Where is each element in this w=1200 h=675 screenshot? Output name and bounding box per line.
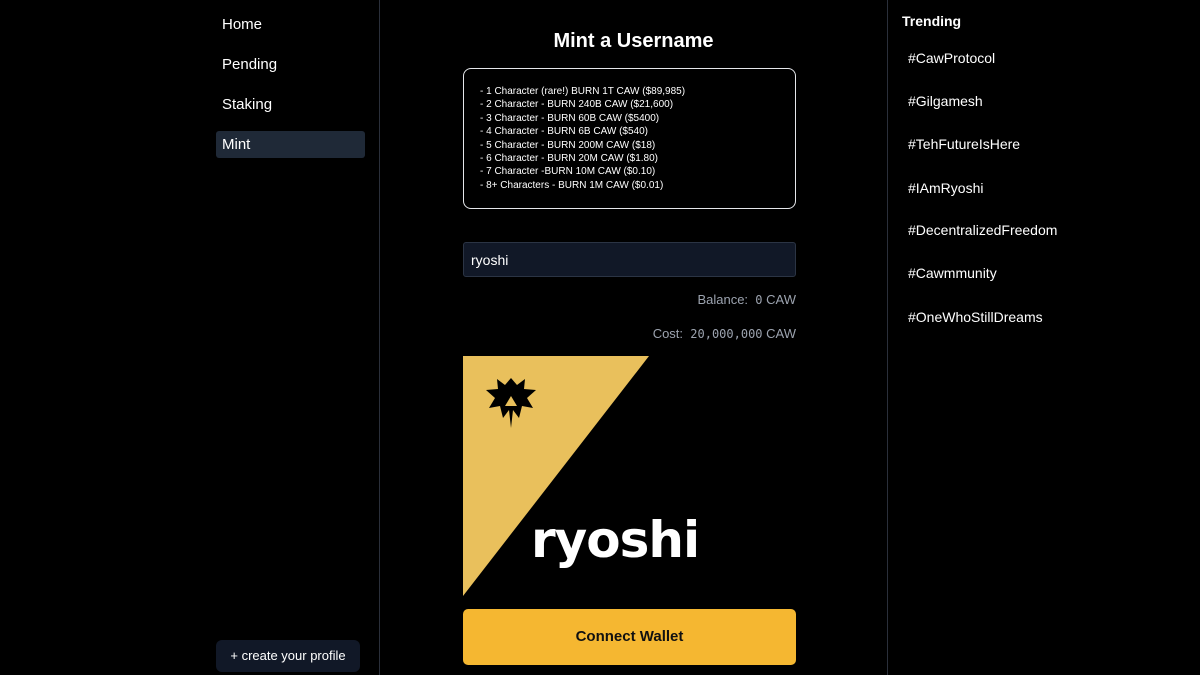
balance-row: Balance: 0 CAW <box>697 292 796 307</box>
trending-tag[interactable]: #CawProtocol <box>908 50 995 66</box>
pricing-line: - 6 Character - BURN 20M CAW ($1.80) <box>480 153 659 165</box>
nav-item-pending[interactable]: Pending <box>216 51 365 78</box>
preview-username: ryoshi <box>531 511 700 569</box>
cost-unit: CAW <box>766 326 796 341</box>
balance-label: Balance: <box>697 292 749 307</box>
balance-unit: CAW <box>766 292 796 307</box>
trending-tag[interactable]: #OneWhoStillDreams <box>908 309 1043 325</box>
right-sidebar: Trending #CawProtocol #Gilgamesh #TehFut… <box>887 0 1200 675</box>
pricing-box: - 1 Character (rare!) BURN 1T CAW ($89,9… <box>463 68 796 209</box>
page-title: Mint a Username <box>553 30 714 52</box>
pricing-line: - 2 Character - BURN 240B CAW ($21,600) <box>480 99 674 111</box>
left-sidebar: Home Pending Staking Mint + create your … <box>0 0 380 675</box>
nav-item-staking[interactable]: Staking <box>216 91 365 118</box>
nav-item-mint[interactable]: Mint <box>216 131 365 158</box>
trending-tag[interactable]: #IAmRyoshi <box>908 180 983 196</box>
trending-tag[interactable]: #Gilgamesh <box>908 93 983 109</box>
balance-value: 0 <box>755 293 763 307</box>
nav-item-home[interactable]: Home <box>216 11 365 38</box>
pricing-line: - 8+ Characters - BURN 1M CAW ($0.01) <box>480 179 664 191</box>
cost-value: 20,000,000 <box>690 327 763 341</box>
username-input[interactable] <box>463 242 796 277</box>
app: Home Pending Staking Mint + create your … <box>0 0 1200 675</box>
trending-tag[interactable]: #Cawmmunity <box>908 265 997 281</box>
trending-tag[interactable]: #DecentralizedFreedom <box>908 222 1057 238</box>
cost-label: Cost: <box>652 326 684 341</box>
main-content: Mint a Username - 1 Character (rare!) BU… <box>381 0 886 675</box>
pricing-line: - 4 Character - BURN 6B CAW ($540) <box>480 126 649 138</box>
trending-tag[interactable]: #TehFutureIsHere <box>908 136 1020 152</box>
connect-wallet-button[interactable]: Connect Wallet <box>463 609 796 665</box>
trending-title: Trending <box>902 13 962 29</box>
pricing-line: - 3 Character - BURN 60B CAW ($5400) <box>480 112 660 124</box>
create-profile-button[interactable]: + create your profile <box>216 640 360 672</box>
username-preview-card: ryoshi <box>463 356 796 596</box>
pricing-line: - 1 Character (rare!) BURN 1T CAW ($89,9… <box>480 86 686 97</box>
cost-row: Cost: 20,000,000 CAW <box>653 326 796 341</box>
pricing-line: - 5 Character - BURN 200M CAW ($18) <box>480 139 656 151</box>
pricing-line: - 7 Character -BURN 10M CAW ($0.10) <box>480 166 656 178</box>
